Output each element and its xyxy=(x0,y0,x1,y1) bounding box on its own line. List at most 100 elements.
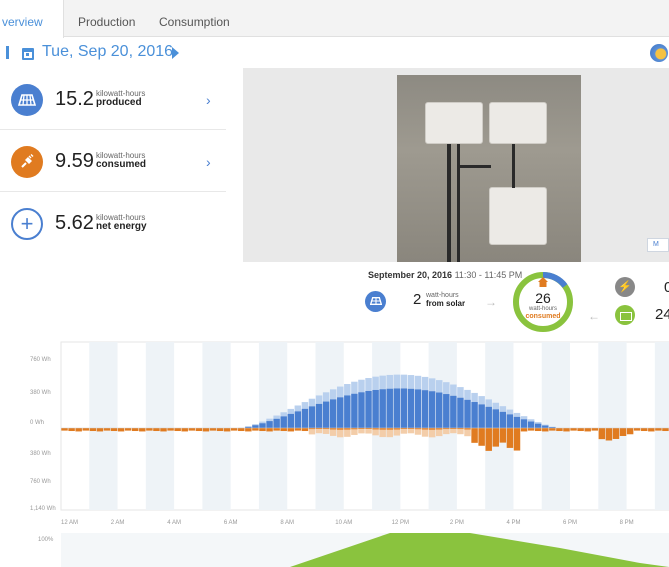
produced-bar-light xyxy=(294,405,302,412)
consumed-bar xyxy=(89,428,97,432)
tab-production[interactable]: Production xyxy=(78,0,135,37)
consumed-bar-light xyxy=(386,429,393,438)
chart-x-tick-label: 2 AM xyxy=(111,520,125,526)
produced-bar xyxy=(329,399,337,428)
produced-bar-light xyxy=(513,412,521,417)
chart-x-tick-label: 6 AM xyxy=(224,520,238,526)
produced-bar xyxy=(315,403,323,428)
consumed-bar xyxy=(520,428,528,432)
consumed-bar-light xyxy=(322,429,330,434)
chevron-right-icon[interactable]: › xyxy=(206,92,211,108)
consumed-bar-light xyxy=(372,429,379,436)
consumed-bar-light xyxy=(400,429,408,434)
battery-icon xyxy=(615,305,635,325)
consumed-bar xyxy=(230,428,238,431)
produced-bar xyxy=(301,408,309,428)
consumed-label: consumed xyxy=(96,159,147,170)
solar-label: from solar xyxy=(426,299,466,308)
previous-day-icon[interactable] xyxy=(6,46,9,59)
consumed-bar xyxy=(131,428,139,432)
consumed-bar xyxy=(82,428,89,431)
solar-panel-icon xyxy=(365,291,386,312)
produced-bar-light xyxy=(400,374,408,389)
produced-bar-light xyxy=(379,375,386,390)
produced-bar xyxy=(308,406,316,428)
tab-consumption[interactable]: Consumption xyxy=(159,0,230,37)
produced-bar-light xyxy=(534,422,542,424)
produced-bar xyxy=(534,423,542,428)
chevron-right-icon[interactable]: › xyxy=(206,154,211,170)
consumed-bar-light xyxy=(358,429,365,434)
chart-x-tick-label: 10 AM xyxy=(335,520,352,526)
produced-bar-light xyxy=(407,375,415,389)
solar-value: 2 xyxy=(413,291,422,308)
consumed-bar xyxy=(605,428,613,441)
consumed-bar xyxy=(591,428,599,431)
produced-bar-light xyxy=(337,386,344,398)
arrow-right-icon: → xyxy=(485,295,497,309)
chart-y-tick-label: 1,140 Wh xyxy=(30,506,56,512)
produced-bar xyxy=(287,413,295,428)
summary-produced[interactable]: 15.2 kilowatt-hours produced › xyxy=(0,68,226,130)
calendar-icon[interactable] xyxy=(22,48,34,60)
arrow-left-icon: ← xyxy=(588,309,600,323)
produced-bar-light xyxy=(393,374,401,389)
consumed-bar-light xyxy=(407,429,415,434)
consumed-bar xyxy=(96,428,104,432)
consumed-bar xyxy=(492,428,500,447)
produced-bar xyxy=(294,411,302,428)
produced-bar-light xyxy=(421,376,429,391)
produced-bar-light xyxy=(351,381,358,394)
chart-y-tick-label: 380 Wh xyxy=(30,451,51,457)
consumed-bar xyxy=(245,428,252,432)
consumed-bar xyxy=(619,428,627,436)
system-photo-panel: M xyxy=(243,68,669,262)
consumed-bar xyxy=(110,428,118,432)
consumed-bar xyxy=(252,428,259,431)
consumed-bar xyxy=(216,428,224,432)
detail-timestamp: September 20, 2016 11:30 - 11:45 PM xyxy=(368,270,522,280)
produced-bar-light xyxy=(365,378,372,391)
consumed-bar xyxy=(139,428,146,432)
consumed-bar xyxy=(174,428,181,432)
produced-bar xyxy=(428,391,436,428)
produced-bar-light xyxy=(435,380,443,393)
consumed-bar-light xyxy=(365,429,372,434)
tab-overview[interactable]: verview xyxy=(0,0,64,38)
next-day-icon[interactable] xyxy=(172,47,179,59)
consumed-bar-light xyxy=(337,429,344,438)
consumed-bar-light xyxy=(457,429,464,435)
consumed-bar xyxy=(506,428,514,448)
summary-consumed[interactable]: 9.59 kilowatt-hours consumed › xyxy=(0,130,226,192)
produced-bar xyxy=(344,395,351,428)
current-date[interactable]: Tue, Sep 20, 2016 xyxy=(42,43,173,61)
consumed-bar xyxy=(160,428,167,432)
consumed-bar-light xyxy=(379,429,386,438)
consumed-bar xyxy=(153,428,160,432)
chart-x-tick-label: 8 AM xyxy=(280,520,294,526)
consumed-bar xyxy=(570,428,577,431)
produced-bar xyxy=(322,401,330,428)
consumed-bar xyxy=(563,428,570,432)
chart-x-axis-labels: 12 AM 2 AM 4 AM 6 AM 8 AM 10 AM 12 PM 2 PM 4 PM 6… xyxy=(61,520,634,526)
chart-hour-stripe xyxy=(202,342,231,510)
consumed-bar-light xyxy=(435,429,443,437)
energy-chart[interactable]: 760 Wh 380 Wh 0 Wh 380 Wh 760 Wh 1,140 Wh 12 … xyxy=(0,338,669,567)
consumed-wh-label: consumed xyxy=(525,313,561,320)
inverter-image xyxy=(425,102,483,144)
battery-charge-chart: 100% xyxy=(38,533,669,567)
consumed-bar xyxy=(124,428,132,431)
produced-bar-light xyxy=(499,406,507,412)
more-button[interactable]: M xyxy=(647,238,669,252)
solar-unit: watt-hours xyxy=(426,292,459,299)
consumed-bar xyxy=(577,428,584,432)
produced-bar xyxy=(435,392,443,428)
consumed-bar xyxy=(61,428,68,431)
produced-bar xyxy=(386,388,393,428)
power-tower-icon: ⚡ xyxy=(615,277,635,297)
produced-bar-light xyxy=(428,378,436,392)
produced-bar-light xyxy=(266,418,273,422)
produced-bar-light xyxy=(329,389,337,400)
plus-icon: + xyxy=(11,208,43,240)
consumed-bar xyxy=(146,428,153,431)
